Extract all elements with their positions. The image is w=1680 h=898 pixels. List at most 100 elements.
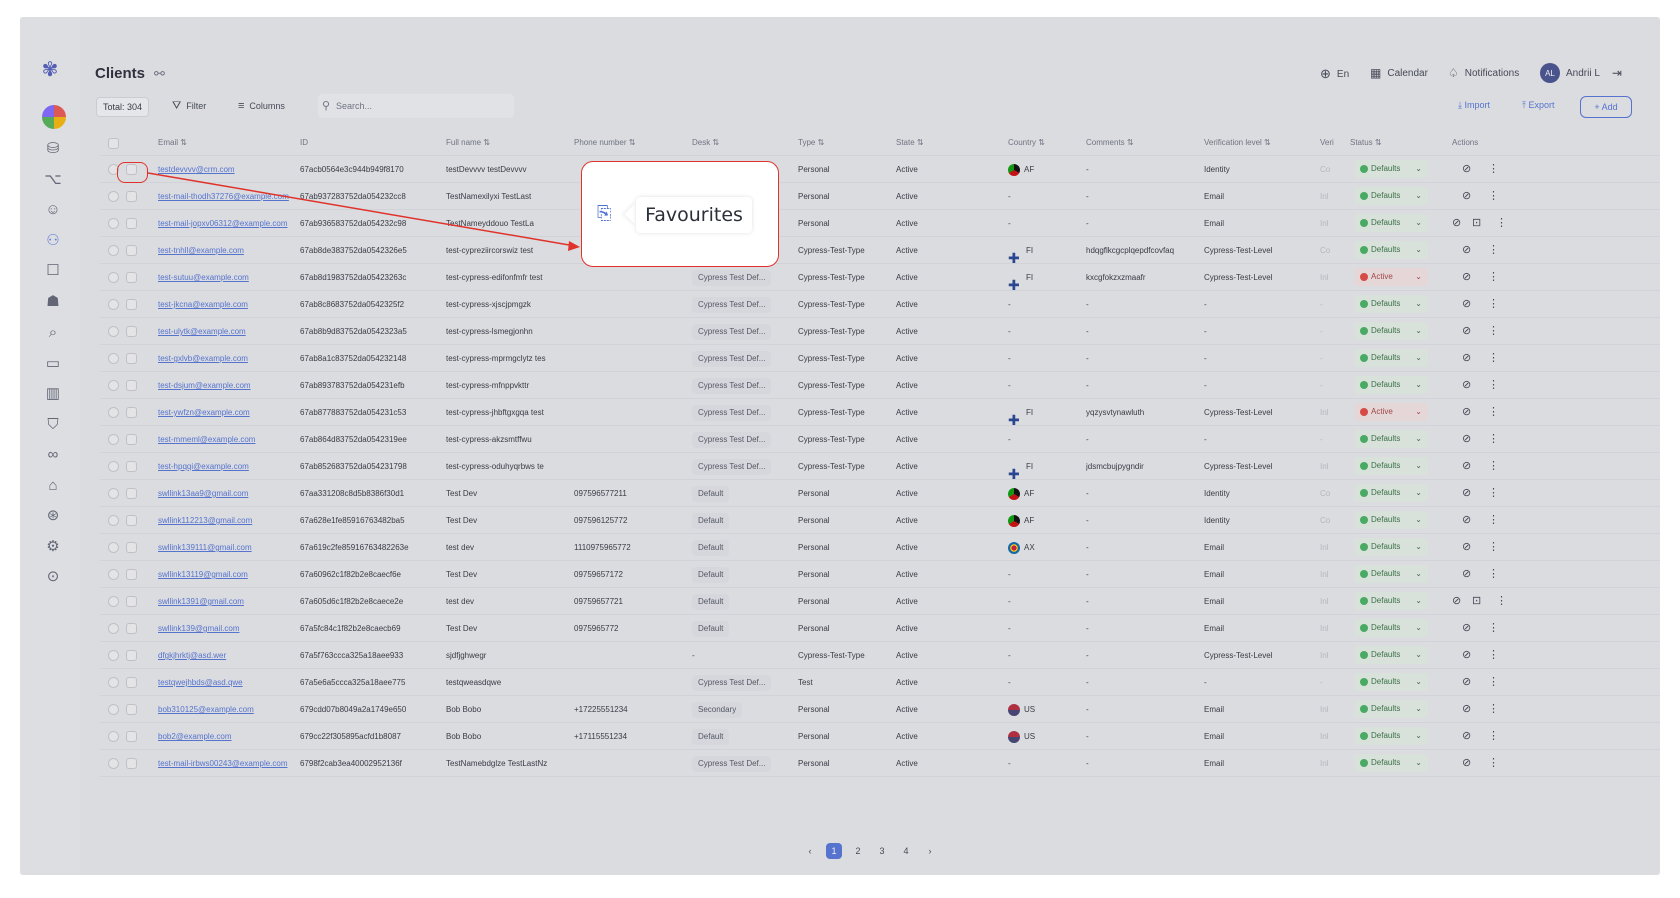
row-checkbox[interactable]: [126, 488, 137, 499]
email-link[interactable]: testqwejhbds@asd.qwe: [158, 669, 300, 696]
logout-icon[interactable]: ⇥: [1612, 66, 1622, 80]
table-row[interactable]: test-sutuu@example.com 67ab8d1983752da054…: [100, 264, 1660, 291]
more-icon[interactable]: ⋮: [1488, 480, 1499, 507]
prev-page-button[interactable]: ‹: [802, 843, 818, 859]
status-dropdown[interactable]: Defaults ⌄: [1354, 214, 1428, 232]
more-icon[interactable]: ⋮: [1488, 156, 1499, 183]
add-button[interactable]: + Add: [1580, 96, 1632, 118]
next-page-button[interactable]: ›: [922, 843, 938, 859]
more-icon[interactable]: ⋮: [1488, 723, 1499, 750]
email-link[interactable]: test-ywfzn@example.com: [158, 399, 300, 426]
more-icon[interactable]: ⋮: [1488, 696, 1499, 723]
table-row[interactable]: test-ulytk@example.com 67ab8b9d83752da054…: [100, 318, 1660, 345]
row-checkbox[interactable]: [126, 731, 137, 742]
email-link[interactable]: test-hpqqi@example.com: [158, 453, 300, 480]
status-dropdown[interactable]: Defaults ⌄: [1354, 376, 1428, 394]
table-row[interactable]: test-dsjum@example.com 67ab893783752da054…: [100, 372, 1660, 399]
status-dropdown[interactable]: Defaults ⌄: [1354, 727, 1428, 745]
bookmark-icon[interactable]: ⎘: [597, 203, 617, 227]
edit-icon[interactable]: ⊘: [1462, 561, 1471, 588]
email-link[interactable]: test-mmeml@example.com: [158, 426, 300, 453]
status-dropdown[interactable]: Defaults ⌄: [1354, 160, 1428, 178]
row-checkbox[interactable]: [126, 623, 137, 634]
more-icon[interactable]: ⋮: [1488, 642, 1499, 669]
favourite-toggle[interactable]: [108, 353, 119, 364]
edit-icon[interactable]: ⊘: [1462, 291, 1471, 318]
edit-icon[interactable]: ⊘: [1462, 696, 1471, 723]
column-header[interactable]: Actions: [1452, 130, 1532, 157]
import-button[interactable]: ⤓ Import: [1458, 100, 1490, 111]
edit-icon[interactable]: ⊘: [1462, 453, 1471, 480]
edit-icon[interactable]: ⊘: [1462, 615, 1471, 642]
row-checkbox[interactable]: [126, 677, 137, 688]
row-checkbox[interactable]: [126, 596, 137, 607]
link-icon[interactable]: ⚯: [154, 66, 165, 82]
table-row[interactable]: test-tnhll@example.com 67ab8de383752da054…: [100, 237, 1660, 264]
edit-icon[interactable]: ⊘: [1462, 480, 1471, 507]
favourite-toggle[interactable]: [108, 407, 119, 418]
row-checkbox[interactable]: [126, 191, 137, 202]
more-icon[interactable]: ⋮: [1488, 237, 1499, 264]
status-dropdown[interactable]: Defaults ⌄: [1354, 187, 1428, 205]
status-dropdown[interactable]: Defaults ⌄: [1354, 511, 1428, 529]
table-row[interactable]: testqwejhbds@asd.qwe 67a5e6a5ccca325a18ae…: [100, 669, 1660, 696]
status-dropdown[interactable]: Defaults ⌄: [1354, 322, 1428, 340]
more-icon[interactable]: ⋮: [1488, 507, 1499, 534]
status-dropdown[interactable]: Defaults ⌄: [1354, 349, 1428, 367]
more-icon[interactable]: ⋮: [1488, 615, 1499, 642]
page-3-button[interactable]: 3: [874, 843, 890, 859]
page-4-button[interactable]: 4: [898, 843, 914, 859]
more-icon[interactable]: ⋮: [1488, 264, 1499, 291]
select-all-checkbox[interactable]: [108, 138, 119, 149]
more-icon[interactable]: ⋮: [1488, 534, 1499, 561]
column-header[interactable]: State ⇅: [896, 130, 986, 157]
column-header[interactable]: Comments ⇅: [1086, 130, 1206, 157]
favourite-toggle[interactable]: [108, 677, 119, 688]
column-header[interactable]: Email ⇅: [158, 130, 206, 157]
favourite-toggle[interactable]: [108, 488, 119, 499]
edit-icon[interactable]: ⊘: [1462, 318, 1471, 345]
more-icon[interactable]: ⋮: [1488, 399, 1499, 426]
favourite-toggle[interactable]: [108, 731, 119, 742]
table-row[interactable]: swllink112213@gmail.com 67a628e1fe8591676…: [100, 507, 1660, 534]
edit-icon[interactable]: ⊘: [1462, 750, 1471, 777]
table-row[interactable]: test-jkcna@example.com 67ab8c8683752da054…: [100, 291, 1660, 318]
favourite-toggle[interactable]: [108, 650, 119, 661]
edit-icon[interactable]: ⊘: [1462, 264, 1471, 291]
edit-icon[interactable]: ⊘: [1452, 588, 1461, 615]
email-link[interactable]: swllink13aa9@gmail.com: [158, 480, 300, 507]
more-icon[interactable]: ⋮: [1488, 345, 1499, 372]
favourite-toggle[interactable]: [108, 299, 119, 310]
favourite-toggle[interactable]: [108, 245, 119, 256]
more-icon[interactable]: ⋮: [1488, 426, 1499, 453]
email-link[interactable]: test-mail-thodh37276@example.com: [158, 183, 300, 210]
search-input[interactable]: ⚲ Search...: [318, 94, 514, 118]
edit-icon[interactable]: ⊘: [1462, 183, 1471, 210]
favourite-toggle[interactable]: [108, 623, 119, 634]
favourite-toggle[interactable]: [108, 596, 119, 607]
more-icon[interactable]: ⋮: [1496, 210, 1507, 237]
table-row[interactable]: swllink13119@gmail.com 67a60962c1f82b2e8c…: [100, 561, 1660, 588]
row-checkbox[interactable]: [126, 245, 137, 256]
edit-icon[interactable]: ⊘: [1462, 426, 1471, 453]
email-link[interactable]: swllink13119@gmail.com: [158, 561, 300, 588]
language-switch[interactable]: ⊕ En: [1320, 66, 1349, 82]
status-dropdown[interactable]: Defaults ⌄: [1354, 241, 1428, 259]
status-dropdown[interactable]: Defaults ⌄: [1354, 457, 1428, 475]
edit-icon[interactable]: ⊘: [1462, 237, 1471, 264]
status-dropdown[interactable]: Defaults ⌄: [1354, 673, 1428, 691]
table-row[interactable]: test-mail-irbws00243@example.com 6798f2ca…: [100, 750, 1660, 777]
status-dropdown[interactable]: Defaults ⌄: [1354, 295, 1428, 313]
email-link[interactable]: test-gxlvb@example.com: [158, 345, 300, 372]
favourite-toggle[interactable]: [108, 272, 119, 283]
table-row[interactable]: test-hpqqi@example.com 67ab852683752da054…: [100, 453, 1660, 480]
notifications-button[interactable]: ♤ Notifications: [1448, 66, 1519, 80]
email-link[interactable]: swllink112213@gmail.com: [158, 507, 300, 534]
edit-icon[interactable]: ⊘: [1462, 642, 1471, 669]
status-dropdown[interactable]: Active ⌄: [1354, 268, 1428, 286]
edit-icon[interactable]: ⊘: [1462, 372, 1471, 399]
favourite-toggle[interactable]: [108, 758, 119, 769]
edit-icon[interactable]: ⊘: [1462, 507, 1471, 534]
status-dropdown[interactable]: Defaults ⌄: [1354, 619, 1428, 637]
favourite-toggle[interactable]: [108, 191, 119, 202]
